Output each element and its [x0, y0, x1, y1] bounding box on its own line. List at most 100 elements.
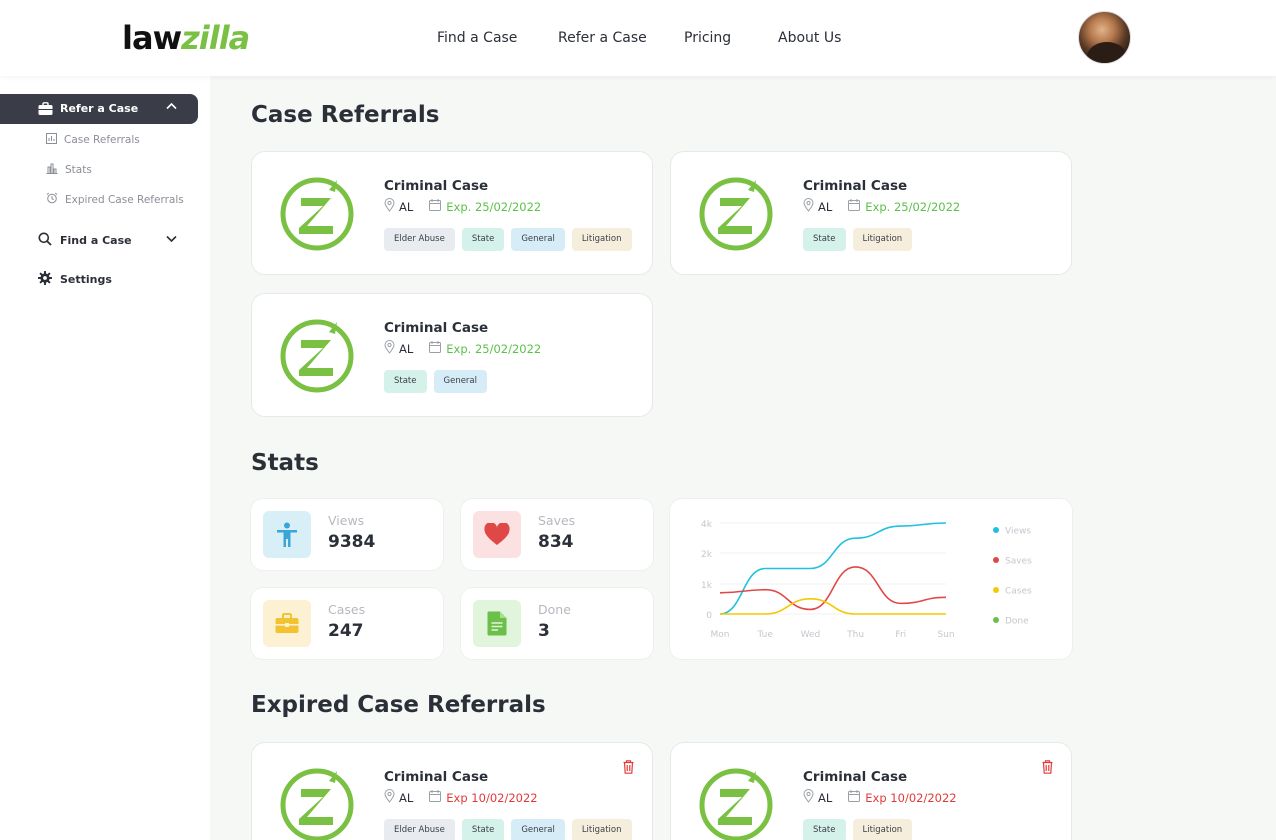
heart-icon [473, 511, 521, 558]
briefcase-icon [38, 101, 53, 120]
top-nav: lawzilla Find a Case Refer a Case Pricin… [0, 0, 1276, 76]
chart-legend-marker [993, 527, 999, 533]
expired-referral-card[interactable]: Criminal Case AL Exp 10/02/2022 State Li… [670, 742, 1072, 840]
stat-card-cases: Cases 247 [251, 588, 443, 659]
chart-x-tick-label: Sun [937, 630, 954, 640]
chart-legend-label: Done [1005, 617, 1029, 627]
nav-pricing[interactable]: Pricing [684, 30, 731, 46]
calendar-icon [429, 199, 442, 214]
trash-icon[interactable] [1042, 759, 1053, 778]
chart-legend-label: Cases [1005, 587, 1032, 597]
stat-label: Saves [538, 513, 576, 528]
chart-y-tick-label: 1k [701, 581, 713, 591]
bar-chart-icon [46, 163, 58, 177]
referral-card[interactable]: Criminal Case AL Exp. 25/02/2022 State L… [670, 151, 1072, 275]
case-title: Criminal Case [384, 769, 489, 785]
chart-series-line-cases [719, 598, 946, 615]
tag-litigation[interactable]: Litigation [571, 228, 632, 251]
trash-icon[interactable] [623, 759, 634, 778]
case-expiry: Exp. 25/02/2022 [446, 199, 542, 214]
stat-value: 9384 [328, 532, 376, 552]
person-icon [263, 511, 311, 558]
chart-x-tick-label: Wed [801, 630, 821, 640]
sidebar-subitem-case-referrals[interactable]: Case Referrals [46, 133, 140, 147]
document-icon [473, 600, 521, 647]
case-title: Criminal Case [384, 320, 489, 336]
tag-litigation[interactable]: Litigation [852, 228, 913, 251]
sidebar-item-refer-a-case[interactable]: Refer a Case [0, 94, 198, 124]
stat-label: Views [328, 513, 365, 528]
referral-card[interactable]: Criminal Case AL Exp. 25/02/2022 State G… [251, 293, 653, 417]
search-icon [38, 232, 52, 249]
case-expiry: Exp 10/02/2022 [446, 790, 538, 805]
chart-y-tick-label: 0 [706, 611, 712, 621]
location-pin-icon [384, 340, 395, 357]
case-expiry: Exp. 25/02/2022 [446, 341, 542, 356]
calendar-icon [848, 790, 861, 805]
chart-y-tick-label: 4k [701, 520, 713, 530]
tag-state[interactable]: State [384, 370, 427, 393]
calendar-icon [848, 199, 861, 214]
chart-legend-marker [993, 587, 999, 593]
case-expiry: Exp. 25/02/2022 [865, 199, 961, 214]
stats-chart-card: 0 1k 2k 4k Mon Tue Wed Thu Fri Sun Views Saves Cases… [670, 499, 1072, 659]
referral-card[interactable]: Criminal Case AL Exp. 25/02/2022 Elder A… [251, 151, 653, 275]
case-location: AL [818, 790, 833, 805]
location-pin-icon [803, 198, 814, 215]
sidebar-subitem-label: Expired Case Referrals [65, 193, 184, 206]
lawzilla-z-icon [280, 768, 354, 840]
tag-litigation[interactable]: Litigation [852, 819, 913, 840]
tag-litigation[interactable]: Litigation [571, 819, 632, 840]
tag-general[interactable]: General [433, 370, 487, 393]
report-icon [46, 133, 57, 147]
nav-about-us[interactable]: About Us [778, 30, 841, 46]
chevron-down-icon[interactable] [166, 233, 177, 246]
location-pin-icon [384, 789, 395, 806]
stat-label: Done [538, 602, 571, 617]
chart-legend-label: Views [1005, 527, 1031, 537]
tag-elder-abuse[interactable]: Elder Abuse [384, 819, 455, 840]
lawzilla-z-icon [280, 319, 354, 393]
sidebar-item-label: Settings [60, 273, 112, 286]
location-pin-icon [803, 789, 814, 806]
sidebar-subitem-stats[interactable]: Stats [46, 163, 92, 177]
lawzilla-logo[interactable]: lawzilla [122, 20, 250, 56]
user-avatar[interactable] [1078, 11, 1131, 64]
tag-elder-abuse[interactable]: Elder Abuse [384, 228, 455, 251]
sidebar-item-settings[interactable]: Settings [38, 271, 112, 288]
nav-refer-a-case[interactable]: Refer a Case [558, 30, 647, 46]
chevron-up-icon[interactable] [166, 100, 177, 113]
sidebar-item-label: Find a Case [60, 234, 132, 247]
sidebar-subitem-expired-case-referrals[interactable]: Expired Case Referrals [46, 192, 184, 207]
case-title: Criminal Case [803, 769, 908, 785]
stat-value: 247 [328, 621, 364, 641]
tag-general[interactable]: General [511, 228, 565, 251]
chart-legend-label: Saves [1005, 557, 1032, 567]
lawzilla-z-icon [280, 177, 354, 251]
chart-legend-marker [993, 617, 999, 623]
tag-general[interactable]: General [511, 819, 565, 840]
section-title-expired-case-referrals: Expired Case Referrals [251, 692, 546, 718]
location-pin-icon [384, 198, 395, 215]
lawzilla-z-icon [699, 177, 773, 251]
alarm-icon [46, 192, 58, 207]
tag-state[interactable]: State [461, 228, 505, 251]
chart-series-line-views [719, 522, 947, 615]
stat-label: Cases [328, 602, 366, 617]
chart-x-tick-label: Mon [711, 630, 730, 640]
tag-state[interactable]: State [803, 819, 846, 840]
expired-referral-card[interactable]: Criminal Case AL Exp 10/02/2022 Elder Ab… [251, 742, 653, 840]
case-location: AL [399, 341, 414, 356]
stat-card-saves: Saves 834 [461, 499, 653, 570]
case-location: AL [399, 790, 414, 805]
tag-state[interactable]: State [461, 819, 505, 840]
sidebar: Refer a Case Case Referrals Stats Expire… [0, 76, 210, 840]
stat-value: 3 [538, 621, 550, 641]
sidebar-subitem-label: Case Referrals [64, 134, 140, 146]
sidebar-item-find-a-case[interactable]: Find a Case [38, 232, 132, 249]
sidebar-item-label: Refer a Case [60, 102, 139, 115]
sidebar-subitem-label: Stats [65, 164, 92, 176]
briefcase-icon [263, 600, 311, 647]
tag-state[interactable]: State [803, 228, 846, 251]
nav-find-a-case[interactable]: Find a Case [437, 30, 517, 46]
